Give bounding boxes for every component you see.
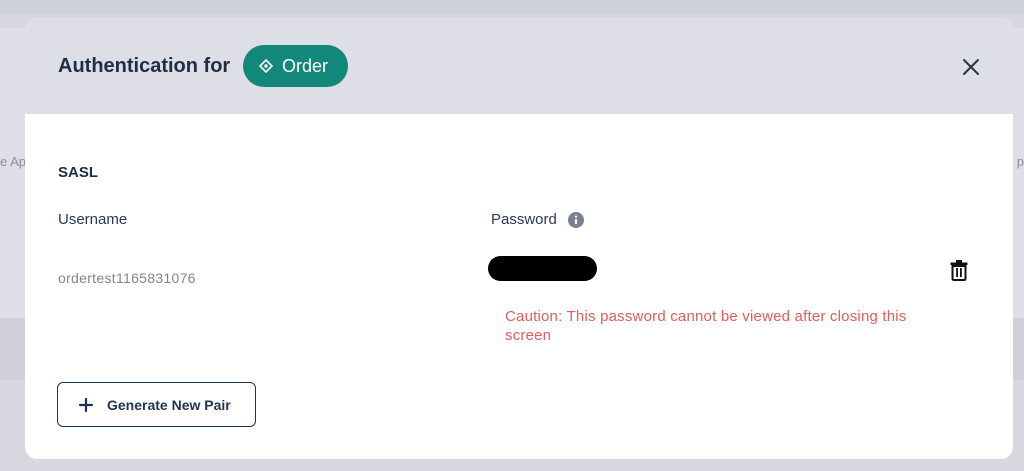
info-icon[interactable] — [567, 211, 584, 228]
close-icon[interactable] — [961, 57, 981, 77]
password-value-redacted — [488, 256, 597, 281]
modal-title: Authentication for — [58, 55, 231, 77]
diamond-icon — [259, 59, 273, 73]
section-title-sasl: SASL — [58, 164, 99, 181]
entity-label: Order — [282, 55, 329, 76]
password-column-header: Password — [491, 211, 584, 228]
modal-header: Authentication for Order — [25, 18, 1013, 114]
username-column-header: Username — [58, 211, 128, 228]
username-value: ordertest1165831076 — [58, 270, 196, 286]
background-top-band — [0, 0, 1024, 14]
password-caution-text: Caution: This password cannot be viewed … — [505, 308, 907, 344]
authentication-modal: Authentication for Order SASL Username P… — [25, 18, 1013, 459]
generate-new-pair-button[interactable]: Generate New Pair — [57, 382, 256, 427]
entity-badge: Order — [243, 45, 348, 87]
plus-icon — [79, 397, 93, 412]
background-text-left: e Ap — [0, 154, 27, 169]
password-column-label: Password — [491, 211, 557, 228]
background-text-right: p — [1016, 154, 1024, 169]
trash-icon[interactable] — [949, 259, 969, 281]
generate-new-pair-label: Generate New Pair — [107, 396, 231, 413]
